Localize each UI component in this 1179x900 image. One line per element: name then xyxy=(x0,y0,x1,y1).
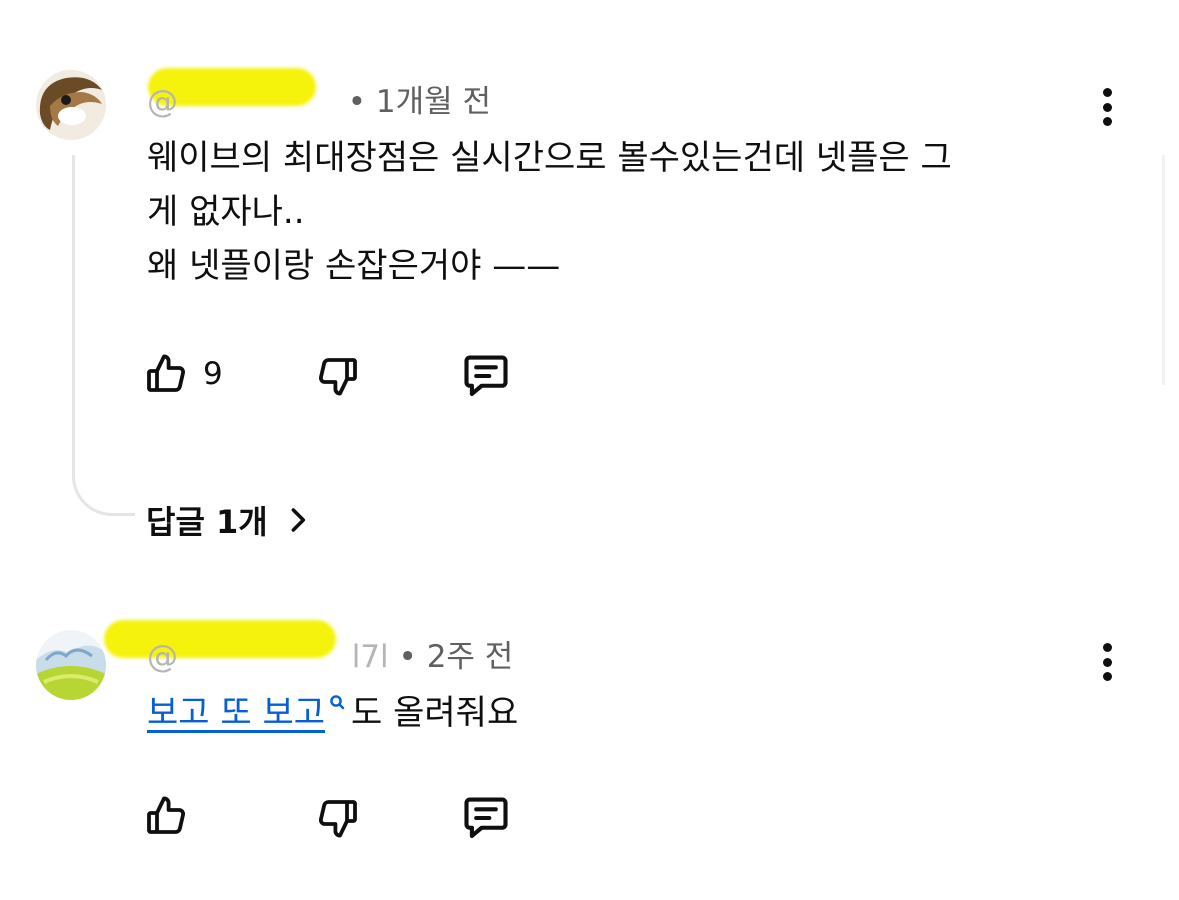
reply-button[interactable] xyxy=(460,792,512,844)
comment-line: 웨이브의 최대장점은 실시간으로 볼수있는건데 넷플은 그 xyxy=(147,138,952,178)
author-handle-end[interactable]: l7l xyxy=(352,639,389,675)
reply-comment-icon xyxy=(464,797,508,839)
thumb-up-icon xyxy=(147,796,186,834)
like-count: 9 xyxy=(203,356,223,392)
more-options-button[interactable] xyxy=(1092,82,1122,132)
avatar[interactable] xyxy=(36,630,106,700)
more-vert-icon xyxy=(1102,643,1112,652)
more-options-button[interactable] xyxy=(1092,637,1122,687)
comment-line: 왜 넷플이랑 손잡은거야 —— xyxy=(147,246,561,286)
comment-time: 1개월 전 xyxy=(375,84,492,120)
like-button[interactable]: 9 xyxy=(143,350,223,398)
comment-line: 게 없자나.. xyxy=(147,192,305,232)
thumb-up-icon xyxy=(147,354,186,392)
reply-comment-icon xyxy=(464,355,508,397)
comment-time: 2주 전 xyxy=(426,639,514,675)
author-handle[interactable]: @ xyxy=(147,639,178,675)
author-handle[interactable]: @ xyxy=(147,84,178,120)
thumb-down-icon xyxy=(318,800,357,838)
comment-meta: @ l7l • 2주 전 xyxy=(147,631,513,676)
search-icon[interactable] xyxy=(329,694,347,716)
comment-text: 웨이브의 최대장점은 실시간으로 볼수있는건데 넷플은 그 게 없자나.. 왜 … xyxy=(147,131,1087,293)
comment-text: 보고 또 보고 도 올려줘요 xyxy=(147,686,518,740)
avatar-image xyxy=(36,70,106,140)
meta-separator: • xyxy=(347,84,367,120)
chevron-right-icon xyxy=(291,508,305,532)
dislike-button[interactable] xyxy=(313,352,361,400)
avatar[interactable] xyxy=(36,70,106,140)
side-edge xyxy=(1162,155,1165,385)
view-replies-button[interactable]: 답글 1개 xyxy=(146,497,314,543)
comment-text-rest: 도 올려줘요 xyxy=(351,693,519,733)
reply-thread-line xyxy=(72,155,135,516)
more-vert-icon xyxy=(1102,88,1112,97)
avatar-image xyxy=(36,630,106,700)
dislike-button[interactable] xyxy=(313,794,361,842)
meta-separator: • xyxy=(398,639,417,675)
like-button[interactable] xyxy=(143,792,191,840)
replies-label: 답글 1개 xyxy=(146,503,268,541)
comment-meta: @ • 1개월 전 xyxy=(147,76,491,121)
reply-button[interactable] xyxy=(460,350,512,402)
search-link[interactable]: 보고 또 보고 xyxy=(147,693,325,733)
thumb-down-icon xyxy=(318,358,357,396)
